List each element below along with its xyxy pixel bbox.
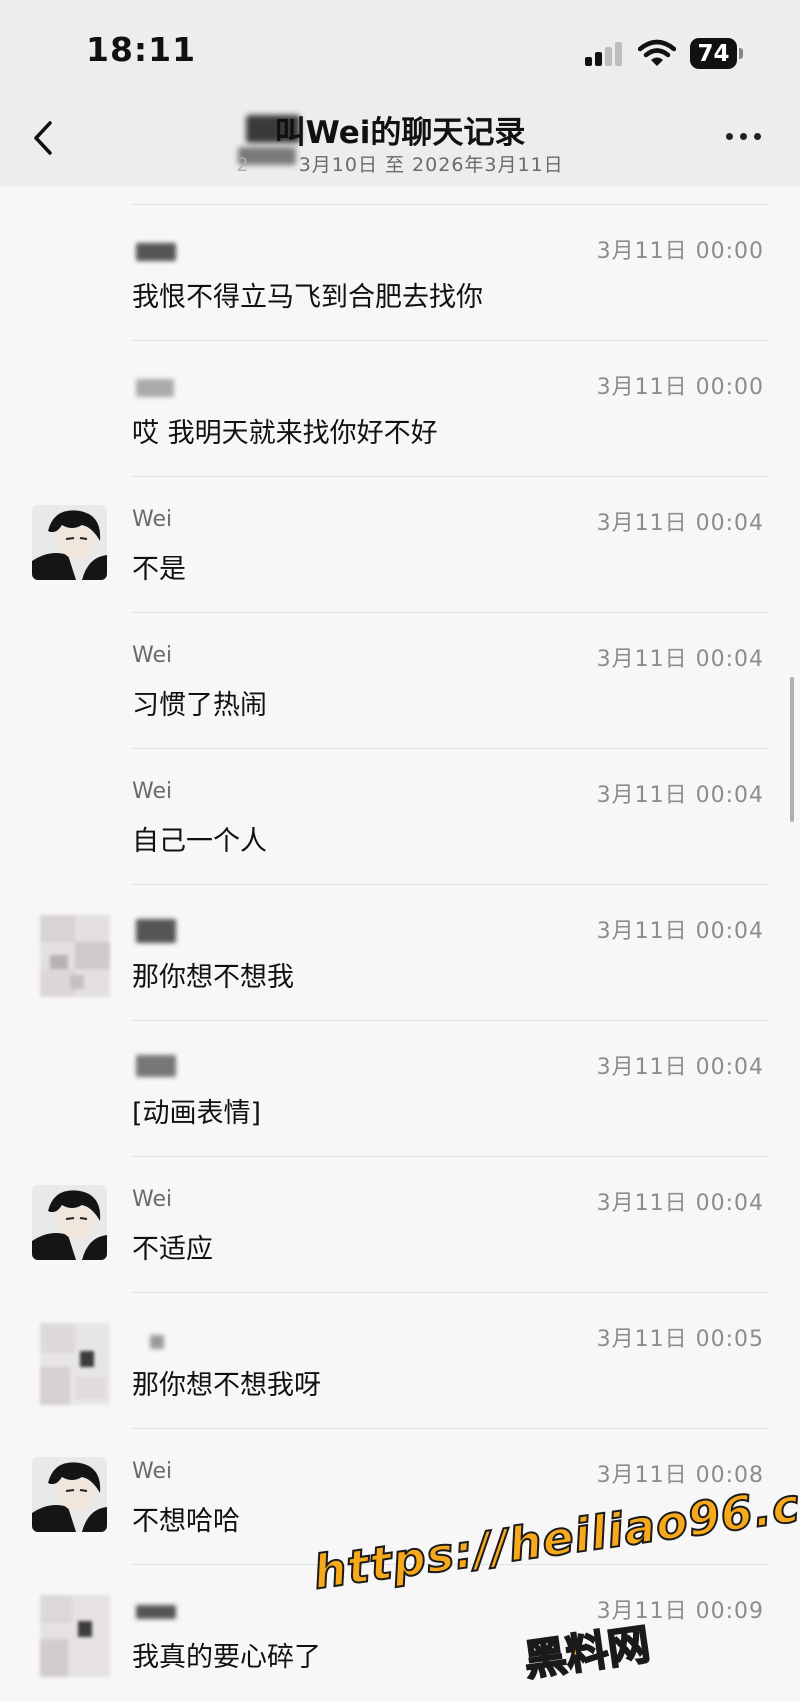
message-time: 3月11日 00:00 bbox=[596, 375, 764, 400]
status-time: 18:11 bbox=[86, 30, 197, 69]
message-text: 那你想不想我呀 bbox=[132, 1370, 321, 1401]
title-prefix: 叫 bbox=[274, 115, 306, 151]
redacted-sender bbox=[136, 919, 176, 943]
scrollbar[interactable] bbox=[790, 677, 794, 822]
message-time: 3月11日 00:04 bbox=[596, 511, 764, 536]
message-time: 3月11日 00:04 bbox=[596, 647, 764, 672]
message-row: 3月11日 00:05 那你想不想我呀 bbox=[0, 1293, 800, 1429]
message-text: 我真的要心碎了 bbox=[132, 1642, 321, 1673]
message-row: 3月11日 00:04 那你想不想我 bbox=[0, 885, 800, 1021]
subtitle-prefix: 2 bbox=[236, 154, 250, 176]
sender-name: Wei bbox=[132, 507, 173, 532]
redacted-sender bbox=[136, 379, 174, 397]
redacted-sender bbox=[136, 1055, 176, 1077]
message-time: 3月11日 00:05 bbox=[596, 1327, 764, 1352]
message-text: 哎 我明天就来找你好不好 bbox=[132, 418, 438, 449]
watermark-site-name: 黑料网 bbox=[520, 1618, 654, 1686]
message-time: 3月11日 00:00 bbox=[596, 239, 764, 264]
status-bar: 18:11 74 bbox=[0, 0, 800, 95]
date-range: 2 3月10日 至 2026年3月11日 bbox=[0, 150, 800, 177]
signal-icon bbox=[585, 42, 627, 66]
message-time: 3月11日 00:08 bbox=[596, 1463, 764, 1488]
blurred-avatar[interactable] bbox=[40, 1595, 110, 1677]
sender-name: Wei bbox=[132, 643, 173, 668]
battery-icon: 74 bbox=[690, 38, 745, 69]
message-time: 3月11日 00:04 bbox=[596, 1055, 764, 1080]
message-time: 3月11日 00:04 bbox=[596, 783, 764, 808]
message-text: 我恨不得立马飞到合肥去找你 bbox=[132, 282, 483, 313]
title-text: Wei的聊天记录 bbox=[305, 115, 526, 151]
message-row: Wei 3月11日 00:04 不是 bbox=[0, 477, 800, 613]
message-time: 3月11日 00:04 bbox=[596, 1191, 764, 1216]
message-text: 不适应 bbox=[132, 1234, 213, 1265]
message-row: 3月11日 00:00 我恨不得立马飞到合肥去找你 bbox=[0, 205, 800, 341]
sender-name: Wei bbox=[132, 1187, 173, 1212]
redacted-sender bbox=[136, 1605, 176, 1619]
page-title: 叫Wei的聊天记录 bbox=[0, 107, 800, 152]
subtitle-text: 3月10日 至 2026年3月11日 bbox=[298, 154, 564, 176]
redacted-sender bbox=[150, 1335, 164, 1349]
more-dots-icon[interactable] bbox=[726, 129, 766, 143]
nav-bar: 叫Wei的聊天记录 2 3月10日 至 2026年3月11日 bbox=[0, 95, 800, 187]
message-row: 3月11日 00:00 哎 我明天就来找你好不好 bbox=[0, 341, 800, 477]
chat-history-list[interactable]: 3月11日 00:00 我恨不得立马飞到合肥去找你 3月11日 00:00 哎 … bbox=[0, 187, 800, 1701]
message-text: 不是 bbox=[132, 554, 186, 585]
anime-avatar[interactable] bbox=[32, 505, 107, 580]
message-text: 习惯了热闹 bbox=[132, 690, 267, 721]
message-row: Wei 3月11日 00:04 习惯了热闹 bbox=[0, 613, 800, 749]
sender-name: Wei bbox=[132, 1459, 173, 1484]
message-text: [动画表情] bbox=[132, 1098, 262, 1129]
blurred-avatar[interactable] bbox=[40, 1323, 110, 1405]
message-row: 3月11日 00:04 [动画表情] bbox=[0, 1021, 800, 1157]
anime-avatar[interactable] bbox=[32, 1185, 107, 1260]
sender-name: Wei bbox=[132, 779, 173, 804]
message-text: 那你想不想我 bbox=[132, 962, 294, 993]
watermark: https://heiliao96.com 黑料网 bbox=[300, 1465, 800, 1696]
message-row: Wei 3月11日 00:04 自己一个人 bbox=[0, 749, 800, 885]
message-text: 自己一个人 bbox=[132, 826, 267, 857]
battery-level: 74 bbox=[690, 38, 737, 69]
blurred-avatar[interactable] bbox=[40, 915, 110, 997]
message-row: Wei 3月11日 00:04 不适应 bbox=[0, 1157, 800, 1293]
message-time: 3月11日 00:04 bbox=[596, 919, 764, 944]
anime-avatar[interactable] bbox=[32, 1457, 107, 1532]
wifi-icon bbox=[638, 39, 676, 66]
redacted-sender bbox=[136, 243, 176, 261]
message-text: 不想哈哈 bbox=[132, 1506, 240, 1537]
